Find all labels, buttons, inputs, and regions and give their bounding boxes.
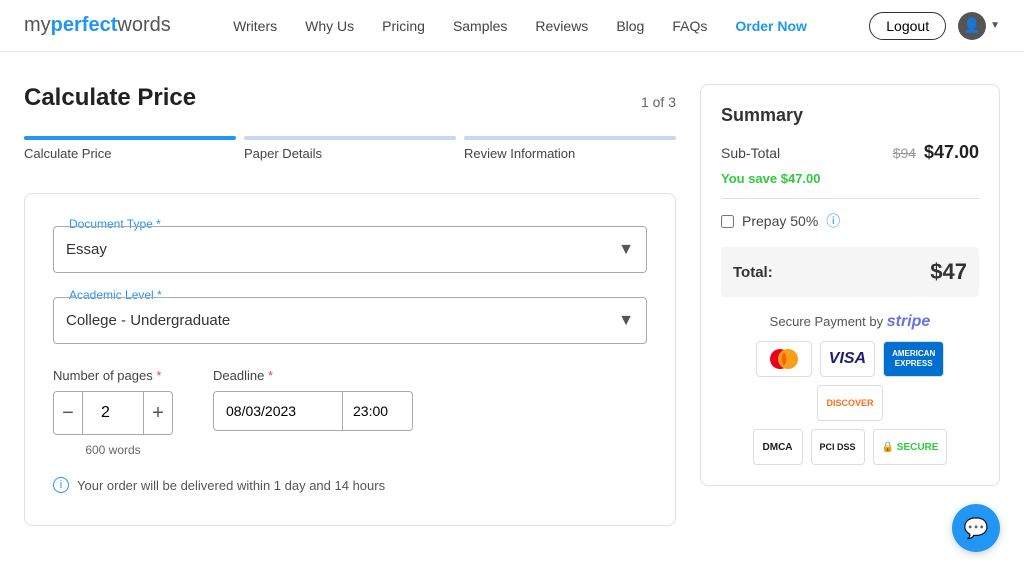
words-count: 600 words: [53, 443, 173, 457]
user-chevron-icon: ▼: [990, 20, 1000, 31]
deadline-section: Deadline *: [213, 368, 413, 431]
prepay-row: Prepay 50% ⓘ: [721, 211, 979, 231]
discover-logo: DISCOVER: [817, 385, 882, 421]
mastercard-logo: [756, 341, 812, 377]
chat-bubble[interactable]: 💬: [952, 504, 1000, 552]
step-bar-2: [244, 136, 456, 140]
divider: [721, 198, 979, 199]
progress-steps: Calculate Price Paper Details Review Inf…: [24, 136, 676, 161]
amex-logo: AMERICANEXPRESS: [883, 341, 944, 377]
payment-logos: VISA AMERICANEXPRESS DISCOVER: [721, 341, 979, 421]
summary-title: Summary: [721, 105, 979, 126]
step-label-3: Review Information: [464, 146, 676, 161]
pages-counter: − +: [53, 391, 173, 435]
pcidss-badge: PCI DSS: [811, 429, 865, 465]
deadline-inputs: [213, 391, 413, 431]
original-price: $94: [893, 145, 916, 161]
document-type-group: Document Type * Essay Research Paper Dis…: [53, 226, 647, 273]
delivery-note-text: Your order will be delivered within 1 da…: [77, 478, 385, 493]
brand-highlight: perfect: [51, 14, 118, 36]
step-review-information: Review Information: [464, 136, 676, 161]
stripe-label: stripe: [887, 313, 931, 330]
step-bar-3: [464, 136, 676, 140]
nav-why-us[interactable]: Why Us: [305, 18, 354, 34]
nav-faqs[interactable]: FAQs: [672, 18, 707, 34]
nav-order-now[interactable]: Order Now: [735, 18, 807, 34]
savings-text: You save $47.00: [721, 171, 979, 186]
security-badges: DMCA PCI DSS 🔒 SECURE: [721, 429, 979, 465]
delivery-note: i Your order will be delivered within 1 …: [53, 477, 647, 493]
user-menu[interactable]: 👤 ▼: [958, 12, 1000, 40]
brand-prefix: my: [24, 14, 51, 36]
document-type-select[interactable]: Essay Research Paper Dissertation Course…: [54, 227, 646, 272]
step-label-2: Paper Details: [244, 146, 456, 161]
main-content: Calculate Price 1 of 3 Calculate Price P…: [0, 52, 1024, 558]
total-row: Total: $47: [721, 247, 979, 297]
user-avatar: 👤: [958, 12, 986, 40]
page-title: Calculate Price: [24, 84, 196, 112]
summary-card: Summary Sub-Total $94 $47.00 You save $4…: [700, 84, 1000, 486]
step-label-1: Calculate Price: [24, 146, 236, 161]
step-calculate-price: Calculate Price: [24, 136, 236, 161]
subtotal-label: Sub-Total: [721, 145, 780, 161]
step-paper-details: Paper Details: [244, 136, 456, 161]
form-card: Document Type * Essay Research Paper Dis…: [24, 193, 676, 526]
price-display: $94 $47.00: [893, 142, 979, 163]
navbar: myperfectwords Writers Why Us Pricing Sa…: [0, 0, 1024, 52]
pages-deadline-row: Number of pages * − + 600 words Deadline…: [53, 368, 647, 457]
nav-blog[interactable]: Blog: [616, 18, 644, 34]
right-panel: Summary Sub-Total $94 $47.00 You save $4…: [700, 84, 1000, 526]
step-bar-1: [24, 136, 236, 140]
pages-input[interactable]: [83, 391, 143, 435]
prepay-checkbox[interactable]: [721, 215, 734, 228]
pages-label: Number of pages *: [53, 368, 173, 383]
pages-section: Number of pages * − + 600 words: [53, 368, 173, 457]
nav-writers[interactable]: Writers: [233, 18, 277, 34]
dmca-badge: DMCA: [753, 429, 803, 465]
total-price: $47: [930, 259, 967, 285]
pages-decrement-button[interactable]: −: [53, 391, 83, 435]
secure-badge: 🔒 SECURE: [873, 429, 948, 465]
academic-level-select[interactable]: High School College - Undergraduate Univ…: [54, 298, 646, 343]
nav-pricing[interactable]: Pricing: [382, 18, 425, 34]
total-label: Total:: [733, 264, 773, 281]
subtotal-row: Sub-Total $94 $47.00: [721, 142, 979, 163]
brand-logo: myperfectwords: [24, 14, 171, 37]
nav-reviews[interactable]: Reviews: [535, 18, 588, 34]
left-panel: Calculate Price 1 of 3 Calculate Price P…: [24, 84, 676, 526]
academic-level-select-wrapper: High School College - Undergraduate Univ…: [53, 297, 647, 344]
visa-logo: VISA: [820, 341, 875, 377]
pages-increment-button[interactable]: +: [143, 391, 173, 435]
deadline-time-input[interactable]: [343, 391, 413, 431]
document-type-select-wrapper: Essay Research Paper Dissertation Course…: [53, 226, 647, 273]
secure-payment-text: Secure Payment by stripe: [721, 313, 979, 331]
academic-level-group: Academic Level * High School College - U…: [53, 297, 647, 344]
logout-button[interactable]: Logout: [869, 12, 946, 40]
navbar-right: Logout 👤 ▼: [869, 12, 1000, 40]
step-indicator: 1 of 3: [641, 94, 676, 110]
brand-suffix: words: [117, 14, 170, 36]
nav-samples[interactable]: Samples: [453, 18, 507, 34]
deadline-date-input[interactable]: [213, 391, 343, 431]
deadline-label: Deadline *: [213, 368, 413, 383]
current-price: $47.00: [924, 142, 979, 162]
delivery-info-icon: i: [53, 477, 69, 493]
prepay-info-icon[interactable]: ⓘ: [826, 211, 840, 231]
nav-links: Writers Why Us Pricing Samples Reviews B…: [233, 18, 807, 34]
prepay-label: Prepay 50%: [742, 213, 818, 229]
